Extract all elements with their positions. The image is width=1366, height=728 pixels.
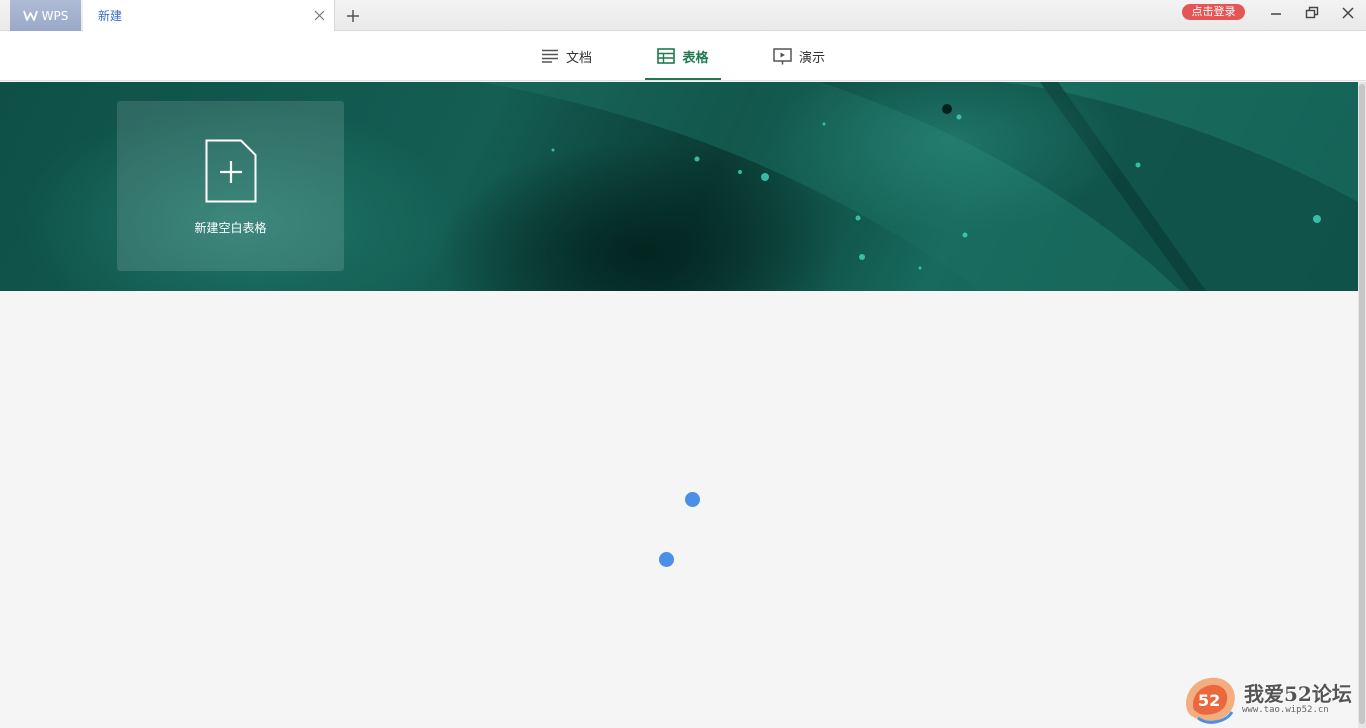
presentation-screen-icon: [773, 47, 792, 64]
wps-app-tab-label: WPS: [41, 8, 69, 23]
watermark-url: www.tao.wip52.cn: [1242, 705, 1329, 715]
tab-spreadsheet-label: 表格: [682, 50, 709, 66]
add-tab-icon[interactable]: [344, 7, 362, 25]
loading-spinner-dot: [685, 492, 700, 507]
new-blank-spreadsheet-card[interactable]: 新建空白表格: [117, 101, 344, 271]
login-button[interactable]: 点击登录: [1182, 4, 1245, 20]
category-tabs: 文档 表格 演示: [0, 31, 1366, 81]
scrollbar-thumb[interactable]: [1359, 84, 1365, 724]
document-lines-icon: [542, 49, 558, 63]
tab-presentation-label: 演示: [799, 50, 826, 66]
tab-document[interactable]: 文档: [541, 31, 592, 81]
tab-presentation[interactable]: 演示: [773, 31, 825, 81]
close-tab-icon[interactable]: [313, 9, 326, 22]
restore-icon[interactable]: [1304, 5, 1320, 21]
watermark-logo-text: 52: [1198, 691, 1220, 710]
close-window-icon[interactable]: [1340, 5, 1356, 21]
watermark-logo-icon: 52: [1186, 677, 1235, 724]
spreadsheet-grid-icon: [657, 48, 676, 64]
wps-logo-icon: [22, 10, 38, 21]
wps-app-tab[interactable]: WPS: [10, 0, 81, 31]
watermark: 52 我爱52论坛 www.tao.wip52.cn: [1180, 672, 1366, 728]
watermark-title: 我爱52论坛: [1244, 682, 1352, 706]
tab-new-label: 新建: [98, 9, 123, 23]
banner: 新建空白表格: [0, 82, 1358, 291]
loading-spinner-dot: [659, 552, 674, 567]
title-bar: WPS 新建 点击登录: [0, 0, 1366, 31]
minimize-icon[interactable]: [1268, 5, 1284, 21]
vertical-scrollbar[interactable]: [1358, 82, 1366, 728]
new-file-plus-icon: [205, 139, 257, 203]
new-blank-spreadsheet-label: 新建空白表格: [194, 221, 267, 235]
tab-document-label: 文档: [566, 50, 593, 66]
tab-spreadsheet[interactable]: 表格: [645, 31, 721, 81]
tab-new[interactable]: 新建: [83, 0, 335, 31]
